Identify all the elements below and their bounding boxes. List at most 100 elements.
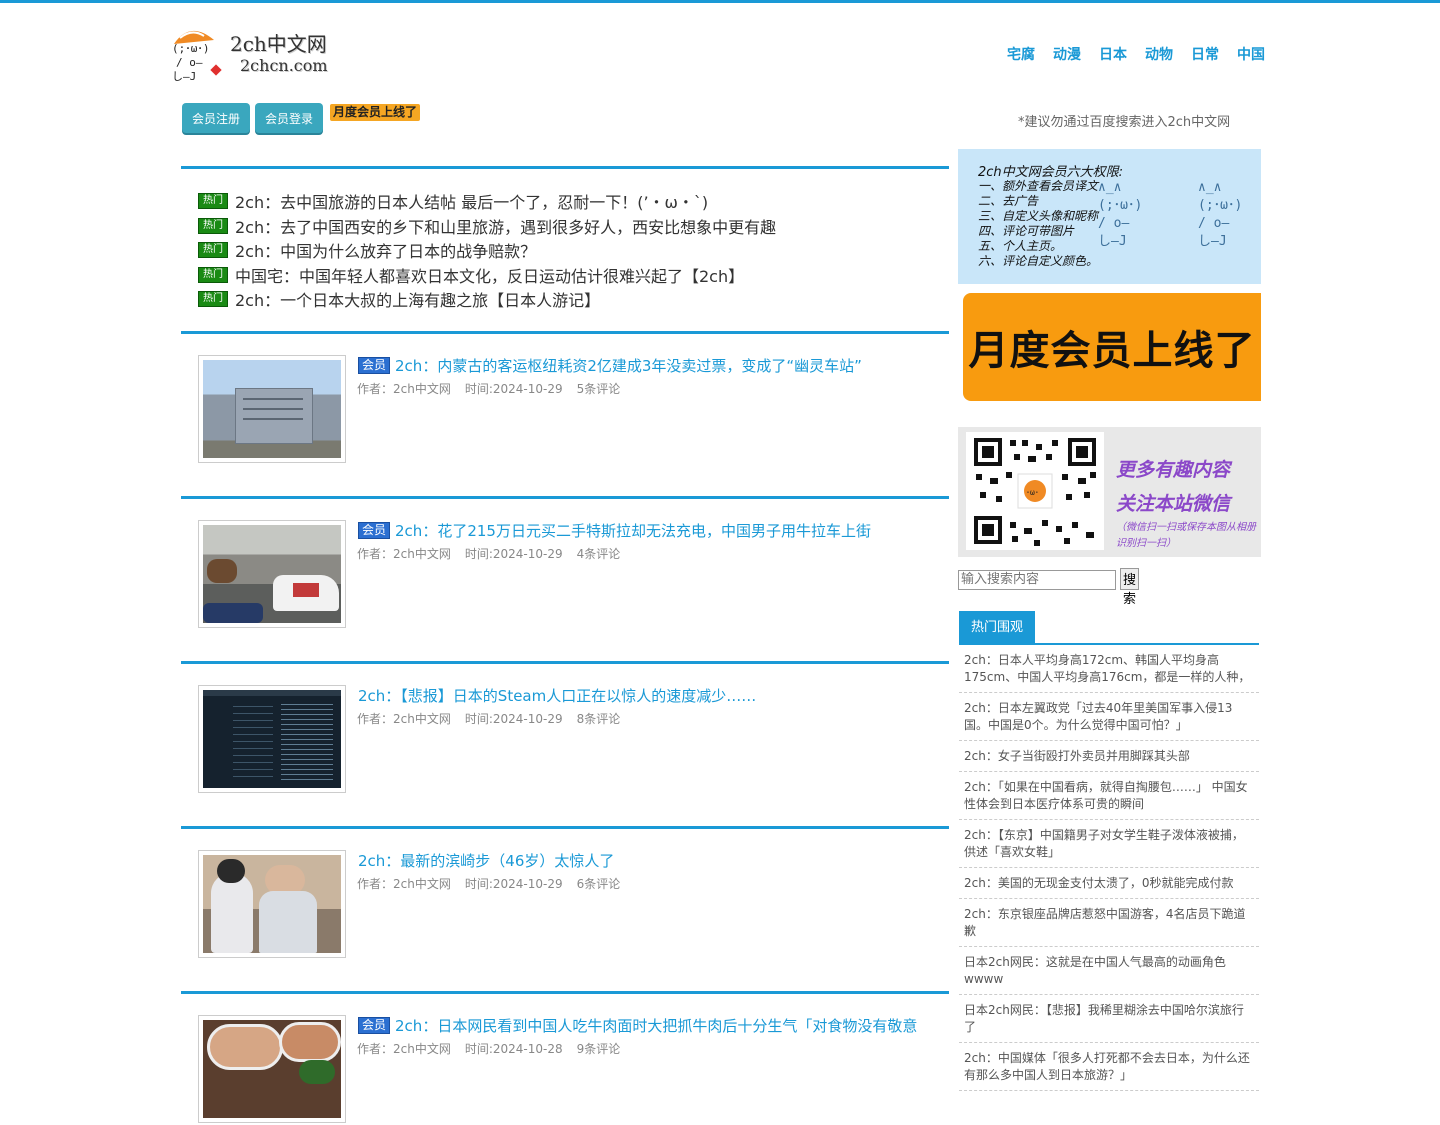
hot-watch-list: 2ch：日本人平均身高172cm、韩国人平均身高175cm、中国人平均身高176…: [959, 645, 1259, 1091]
monthly-member-banner[interactable]: 月度会员上线了: [963, 293, 1261, 401]
svg-text:(;･ω･): (;･ω･): [1098, 198, 1142, 213]
article-comments: 8条评论: [576, 712, 621, 726]
article-title[interactable]: 2ch：最新的滨崎步（46岁）太惊人了: [358, 850, 614, 871]
search-button[interactable]: 搜索: [1120, 568, 1140, 607]
article-comments: 6条评论: [576, 877, 621, 891]
article-card: 2ch：最新的滨崎步（46岁）太惊人了 作者：2ch中文网 时间:2024-10-…: [198, 850, 948, 960]
divider: [181, 166, 949, 169]
hot-list-item[interactable]: 热门 2ch：中国为什么放弃了日本的战争赔款？: [198, 238, 776, 263]
article-title[interactable]: 会员 2ch：内蒙古的客运枢纽耗资2亿建成3年没卖过票，变成了“幽灵车站”: [358, 355, 862, 376]
hot-tag: 热门: [198, 291, 228, 308]
hot-watch-item[interactable]: 2ch：【东京】中国籍男子对女学生鞋子泼体液被捕，供述「喜欢女鞋」: [959, 820, 1259, 868]
hot-tag: 热门: [198, 242, 228, 259]
svg-text:(;･ω･): (;･ω･): [172, 42, 210, 55]
member-perks-banner[interactable]: 2ch中文网会员六大权限: 一、额外查看会员译文 二、去广告 三、自定义头像和昵…: [958, 149, 1261, 284]
article-author: 作者：2ch中文网: [357, 877, 451, 891]
svg-text:/ o—: / o—: [176, 56, 203, 69]
article-thumbnail[interactable]: [198, 685, 346, 793]
search-tip: *建议勿通过百度搜索进入2ch中文网: [1018, 115, 1231, 130]
hot-list-item[interactable]: 热门 中国宅：中国年轻人都喜欢日本文化，反日运动估计很难兴起了【2ch】: [198, 263, 776, 288]
top-accent-bar: [0, 0, 1440, 3]
article-time: 时间:2024-10-29: [464, 547, 563, 561]
article-time: 时间:2024-10-28: [464, 1042, 563, 1056]
vip-tag: 会员: [358, 522, 391, 539]
hot-list-item[interactable]: 热门 2ch：一个日本大叔的上海有趣之旅【日本人游记】: [198, 287, 776, 312]
hot-watch-item[interactable]: 日本2ch网民：【悲报】我稀里糊涂去中国哈尔滨旅行了: [959, 995, 1259, 1043]
article-thumbnail[interactable]: [198, 520, 346, 628]
wechat-line1: 更多有趣内容: [1116, 459, 1231, 481]
main-nav: 宅腐 动漫 日本 动物 日常 中国: [1007, 44, 1265, 64]
nav-item-zhaifu[interactable]: 宅腐: [1007, 44, 1035, 64]
article-meta: 作者：2ch中文网 时间:2024-10-29 6条评论: [357, 875, 634, 892]
nav-item-japan[interactable]: 日本: [1099, 44, 1127, 64]
article-title[interactable]: 会员 2ch：日本网民看到中国人吃牛肉面时大把抓牛肉后十分生气「对食物没有敬意: [358, 1015, 917, 1036]
article-meta: 作者：2ch中文网 时间:2024-10-29 4条评论: [357, 545, 634, 562]
perk-item: 六、评论自定义颜色。: [978, 254, 1099, 268]
article-title[interactable]: 2ch：【悲报】日本的Steam人口正在以惊人的速度减少……: [358, 685, 756, 706]
hot-item-title: 中国宅：中国年轻人都喜欢日本文化，反日运动估计很难兴起了【2ch】: [235, 266, 745, 286]
mascot-face-icon: ∧_∧ (;･ω･) / o— し—J: [1098, 180, 1142, 249]
hot-watch-item[interactable]: 日本2ch网民：这就是在中国人气最高的动画角色wwww: [959, 947, 1259, 995]
mascot-face-icon: ∧_∧ (;･ω･) / o— し—J: [1198, 180, 1242, 249]
hot-item-title: 2ch：一个日本大叔的上海有趣之旅【日本人游记】: [235, 291, 601, 311]
nav-item-daily[interactable]: 日常: [1191, 44, 1219, 64]
hot-watch-item[interactable]: 2ch：「如果在中国看病，就得自掏腰包……」 中国女性体会到日本医疗体系可贵的瞬…: [959, 772, 1259, 820]
article-thumbnail[interactable]: [198, 1015, 346, 1123]
article-author: 作者：2ch中文网: [357, 382, 451, 396]
hot-tag: 热门: [198, 193, 228, 210]
nav-item-china[interactable]: 中国: [1237, 44, 1265, 64]
svg-text:し—J: し—J: [1198, 234, 1227, 249]
site-logo[interactable]: (;･ω･) / o— し—J 2ch中文网 2chcn.com: [170, 22, 340, 84]
hot-watch-title: 热门围观: [959, 611, 1035, 643]
search-form: 搜索: [958, 568, 1140, 607]
hot-list: 热门 2ch：去中国旅游的日本人结帖 最后一个了，忍耐一下！(’・ω・`) 热门 2…: [198, 189, 776, 312]
article-comments: 4条评论: [576, 547, 621, 561]
vip-tag: 会员: [358, 1017, 391, 1034]
hot-watch-item[interactable]: 2ch：女子当街殴打外卖员并用脚踩其头部: [959, 741, 1259, 772]
register-button[interactable]: 会员注册: [182, 103, 250, 133]
article-thumbnail[interactable]: [198, 850, 346, 958]
article-meta: 作者：2ch中文网 时间:2024-10-28 9条评论: [357, 1040, 634, 1057]
article-title[interactable]: 会员 2ch：花了215万日元买二手特斯拉却无法充电，中国男子用牛拉车上街: [358, 520, 871, 541]
hot-tag: 热门: [198, 266, 228, 283]
article-time: 时间:2024-10-29: [464, 712, 563, 726]
svg-text:･ω･: ･ω･: [1026, 488, 1039, 497]
brand-name: 2ch中文网: [230, 32, 327, 56]
article-card: 会员 2ch：花了215万日元买二手特斯拉却无法充电，中国男子用牛拉车上街 作者：…: [198, 520, 948, 630]
hot-watch-header: 热门围观: [959, 611, 1259, 645]
article-comments: 9条评论: [576, 1042, 621, 1056]
article-thumbnail[interactable]: [198, 355, 346, 463]
divider: [181, 991, 949, 994]
hot-watch-item[interactable]: 2ch：日本人平均身高172cm、韩国人平均身高175cm、中国人平均身高176…: [959, 645, 1259, 693]
nav-item-animals[interactable]: 动物: [1145, 44, 1173, 64]
wechat-line3: （微信扫一扫或保存本图从相册识别扫一扫）: [1116, 522, 1256, 549]
svg-text:/ o—: / o—: [1198, 216, 1229, 231]
wechat-qr-banner[interactable]: ･ω･ 更多有趣内容 关注本站微信 （微信扫一扫或保存本图从相册识别扫一扫）: [958, 427, 1261, 557]
svg-text:し—J: し—J: [172, 70, 196, 83]
hot-watch-item[interactable]: 2ch：东京银座品牌店惹怒中国游客，4名店员下跪道歉: [959, 899, 1259, 947]
hot-watch-item[interactable]: 2ch：日本左翼政党「过去40年里美国军事入侵13国。中国是0个。为什么觉得中国…: [959, 693, 1259, 741]
brand-domain: 2chcn.com: [240, 56, 328, 75]
svg-text:(;･ω･): (;･ω･): [1198, 198, 1242, 213]
article-card: 2ch：【悲报】日本的Steam人口正在以惊人的速度减少…… 作者：2ch中文网…: [198, 685, 948, 795]
hot-list-item[interactable]: 热门 2ch：去了中国西安的乡下和山里旅游，遇到很多好人，西安比想象中更有趣: [198, 214, 776, 239]
divider: [181, 661, 949, 664]
divider: [181, 496, 949, 499]
article-card: 会员 2ch：日本网民看到中国人吃牛肉面时大把抓牛肉后十分生气「对食物没有敬意 作…: [198, 1015, 948, 1125]
article-author: 作者：2ch中文网: [357, 712, 451, 726]
wechat-line2: 关注本站微信: [1116, 493, 1231, 515]
hot-watch-item[interactable]: 2ch：中国媒体「很多人打死都不会去日本，为什么还有那么多中国人到日本旅游？」: [959, 1043, 1259, 1091]
login-button[interactable]: 会员登录: [255, 103, 323, 133]
article-comments: 5条评论: [576, 382, 621, 396]
hot-watch-item[interactable]: 2ch：美国的无现金支付太溃了，0秒就能完成付款: [959, 868, 1259, 899]
svg-text:∧_∧: ∧_∧: [1098, 180, 1121, 195]
hot-list-item[interactable]: 热门 2ch：去中国旅游的日本人结帖 最后一个了，忍耐一下！(’・ω・`): [198, 189, 776, 214]
article-meta: 作者：2ch中文网 时间:2024-10-29 8条评论: [357, 710, 634, 727]
svg-text:/ o—: / o—: [1098, 216, 1129, 231]
monthly-member-badge[interactable]: 月度会员上线了: [330, 104, 421, 121]
vip-tag: 会员: [358, 357, 391, 374]
divider: [181, 826, 949, 829]
nav-item-anime[interactable]: 动漫: [1053, 44, 1081, 64]
monthly-banner-text: 月度会员上线了: [968, 328, 1256, 374]
search-input[interactable]: [958, 569, 1116, 590]
